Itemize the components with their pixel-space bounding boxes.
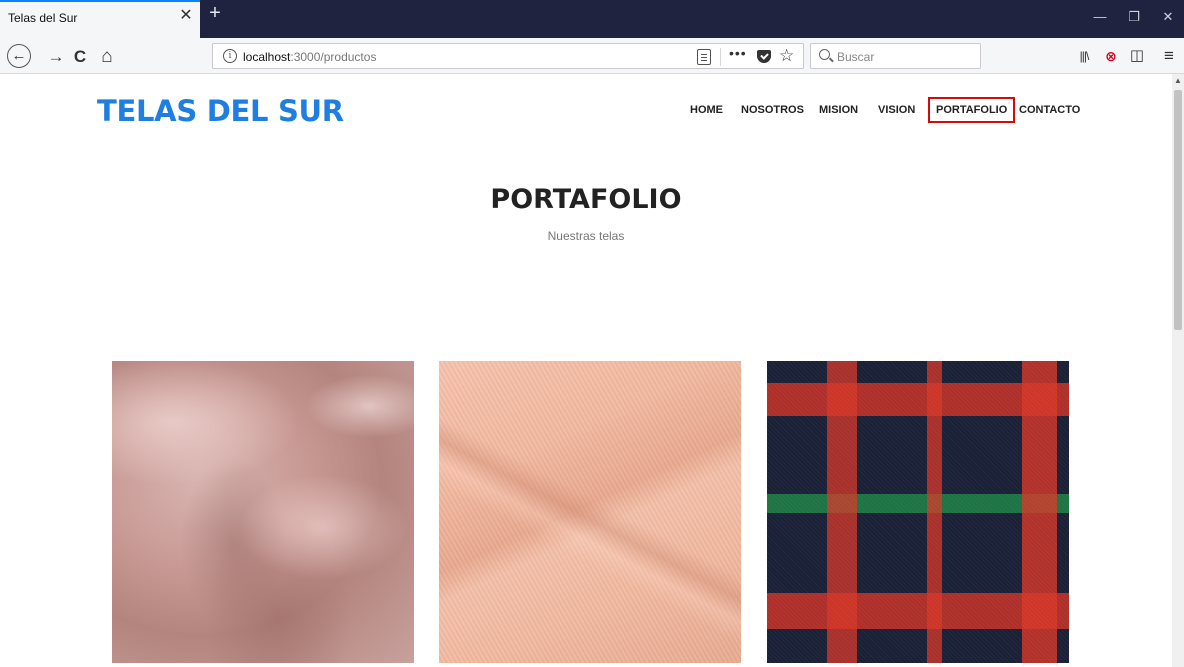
menu-icon[interactable]: ≡: [1159, 46, 1179, 66]
navigation-toolbar: ← → C ⌂ i localhost:3000/productos ••• ☆…: [0, 38, 1184, 74]
site-info-icon[interactable]: i: [223, 49, 237, 63]
tab-close-icon[interactable]: ✕: [178, 8, 194, 24]
nav-nosotros[interactable]: NOSOTROS: [741, 104, 804, 116]
restore-button[interactable]: ❐: [1124, 8, 1144, 26]
nav-contacto[interactable]: CONTACTO: [1019, 104, 1080, 116]
url-bar[interactable]: i localhost:3000/productos ••• ☆: [212, 43, 804, 69]
pocket-icon[interactable]: [757, 50, 771, 63]
search-placeholder: Buscar: [837, 50, 875, 64]
url-text[interactable]: localhost:3000/productos: [243, 50, 376, 64]
url-path: :3000/productos: [290, 50, 377, 64]
url-host: localhost: [243, 50, 291, 64]
site-logo[interactable]: TELAS DEL SUR: [97, 94, 344, 128]
search-icon: [819, 49, 830, 60]
vertical-scrollbar[interactable]: ▲: [1172, 74, 1184, 667]
section-subtitle: Nuestras telas: [547, 229, 625, 243]
scroll-up-icon[interactable]: ▲: [1172, 76, 1184, 86]
page-content: TELAS DEL SUR HOME NOSOTROS MISION VISIO…: [0, 74, 1172, 667]
nav-portafolio[interactable]: PORTAFOLIO: [928, 97, 1016, 123]
portfolio-item-navy-plaid[interactable]: [767, 361, 1069, 663]
section-title: PORTAFOLIO: [490, 184, 682, 215]
home-icon[interactable]: ⌂: [96, 46, 118, 68]
page-actions-icon[interactable]: •••: [729, 45, 747, 61]
forward-icon[interactable]: →: [45, 46, 67, 68]
nav-vision[interactable]: VISION: [878, 104, 915, 116]
back-icon[interactable]: ←: [7, 44, 31, 68]
portfolio-item-pink-chiffon[interactable]: [112, 361, 414, 663]
nav-mision[interactable]: MISION: [819, 104, 858, 116]
browser-tab[interactable]: Telas del Sur ✕: [0, 0, 200, 38]
tab-title: Telas del Sur: [8, 11, 78, 25]
search-bar[interactable]: Buscar: [810, 43, 981, 69]
reload-icon[interactable]: C: [69, 46, 91, 68]
portfolio-item-peach-twill[interactable]: [439, 361, 741, 663]
minimize-button[interactable]: —: [1090, 8, 1110, 26]
library-icon[interactable]: |||\: [1074, 46, 1094, 66]
close-window-button[interactable]: ✕: [1158, 8, 1178, 26]
scroll-thumb[interactable]: [1174, 90, 1182, 330]
bookmark-star-icon[interactable]: ☆: [779, 46, 794, 66]
nav-home[interactable]: HOME: [690, 104, 723, 116]
tab-bar: Telas del Sur ✕ + — ❐ ✕: [0, 0, 1184, 38]
sidebar-icon[interactable]: ◫: [1127, 46, 1147, 66]
url-divider: [720, 48, 721, 66]
blocked-content-icon[interactable]: ⊗: [1101, 46, 1121, 66]
reader-view-icon[interactable]: [697, 49, 711, 65]
new-tab-button[interactable]: +: [205, 3, 225, 23]
